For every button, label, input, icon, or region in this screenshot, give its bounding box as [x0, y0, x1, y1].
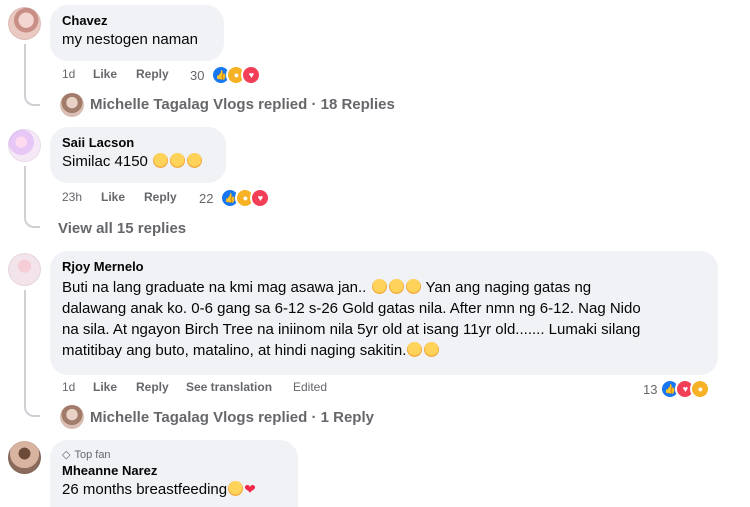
emoji-icon — [187, 153, 203, 168]
emoji-icon — [407, 342, 423, 357]
like-button[interactable]: Like — [93, 66, 117, 82]
comment-actions: 1d Like Reply See translation Edited — [62, 379, 362, 395]
comment-bubble: Rjoy Mernelo Buti na lang graduate na km… — [50, 251, 718, 375]
wow-reaction-icon: ● — [690, 379, 711, 399]
comment-bubble: ◇ Top fan Mheanne Narez 26 months breast… — [50, 440, 298, 507]
diamond-icon: ◇ — [62, 449, 71, 461]
top-fan-label: Top fan — [74, 448, 111, 461]
reaction-summary[interactable]: 22 👍 ● ♥ — [199, 188, 271, 208]
comment-author[interactable]: Mheanne Narez — [62, 463, 286, 479]
like-button[interactable]: Like — [101, 189, 125, 205]
reaction-count: 13 — [643, 381, 658, 397]
comment-author[interactable]: Chavez — [62, 13, 212, 29]
comment-text: my nestogen naman — [62, 31, 198, 48]
love-reaction-icon: ♥ — [250, 188, 271, 208]
thread-line — [24, 290, 26, 405]
thread-line — [24, 166, 26, 216]
reply-button[interactable]: Reply — [136, 379, 169, 395]
emoji-icon — [424, 342, 440, 357]
comment-time[interactable]: 23h — [62, 189, 82, 205]
see-translation-link[interactable]: See translation — [186, 379, 272, 395]
emoji-icon — [405, 279, 421, 294]
comment-author[interactable]: Saii Lacson — [62, 135, 214, 151]
avatar — [60, 405, 84, 429]
comment-time[interactable]: 1d — [62, 66, 75, 82]
edited-label[interactable]: Edited — [293, 379, 327, 395]
view-replies-link[interactable]: Michelle Tagalag Vlogs replied · 1 Reply — [90, 409, 374, 426]
emoji-icon — [170, 153, 186, 168]
thread-connector — [24, 214, 40, 228]
avatar — [60, 93, 84, 117]
emoji-icon — [371, 279, 387, 294]
reaction-count: 30 — [190, 67, 205, 83]
reply-button[interactable]: Reply — [136, 66, 169, 82]
emoji-icon — [388, 279, 404, 294]
comment-actions: 23h Like Reply — [62, 189, 222, 205]
comment-text-line: Yan ang naging gatas ng — [425, 279, 592, 296]
comment-text-line: dalawang anak ko. 0-6 gang sa 6-12 s-26 … — [62, 300, 641, 317]
comment-text-line: na sila. At ngayon Birch Tree na iniinom… — [62, 321, 641, 338]
avatar[interactable] — [8, 7, 41, 40]
love-reaction-icon: ♥ — [241, 65, 262, 85]
comment-bubble: Chavez my nestogen naman — [50, 5, 224, 61]
comment-text-line: matitibay ang buto, matalino, at hindi n… — [62, 342, 407, 359]
avatar[interactable] — [8, 253, 41, 286]
reaction-summary[interactable]: 13 👍 ♥ ● — [643, 379, 711, 399]
comment-text: 26 months breastfeeding — [62, 481, 228, 498]
comment-text-line: Buti na lang graduate na kmi mag asawa j… — [62, 279, 367, 296]
avatar[interactable] — [8, 129, 41, 162]
thread-connector — [24, 403, 40, 417]
top-fan-badge: ◇ Top fan — [62, 448, 286, 462]
view-all-replies-link[interactable]: View all 15 replies — [58, 220, 186, 237]
comment-bubble: Saii Lacson Similac 4150 — [50, 127, 226, 183]
reply-button[interactable]: Reply — [144, 189, 177, 205]
reaction-count: 22 — [199, 190, 214, 206]
thread-connector — [24, 92, 40, 106]
like-button[interactable]: Like — [93, 379, 117, 395]
thread-line — [24, 44, 26, 94]
comment-text: Similac 4150 — [62, 153, 148, 170]
heart-icon: ❤ — [244, 481, 256, 497]
reaction-summary[interactable]: 30 👍 ● ♥ — [190, 65, 262, 85]
emoji-icon — [153, 153, 169, 168]
comment-time[interactable]: 1d — [62, 379, 75, 395]
avatar[interactable] — [8, 441, 41, 474]
comment-author[interactable]: Rjoy Mernelo — [62, 259, 706, 275]
emoji-icon — [228, 481, 244, 496]
view-replies-link[interactable]: Michelle Tagalag Vlogs replied · 18 Repl… — [90, 96, 395, 113]
